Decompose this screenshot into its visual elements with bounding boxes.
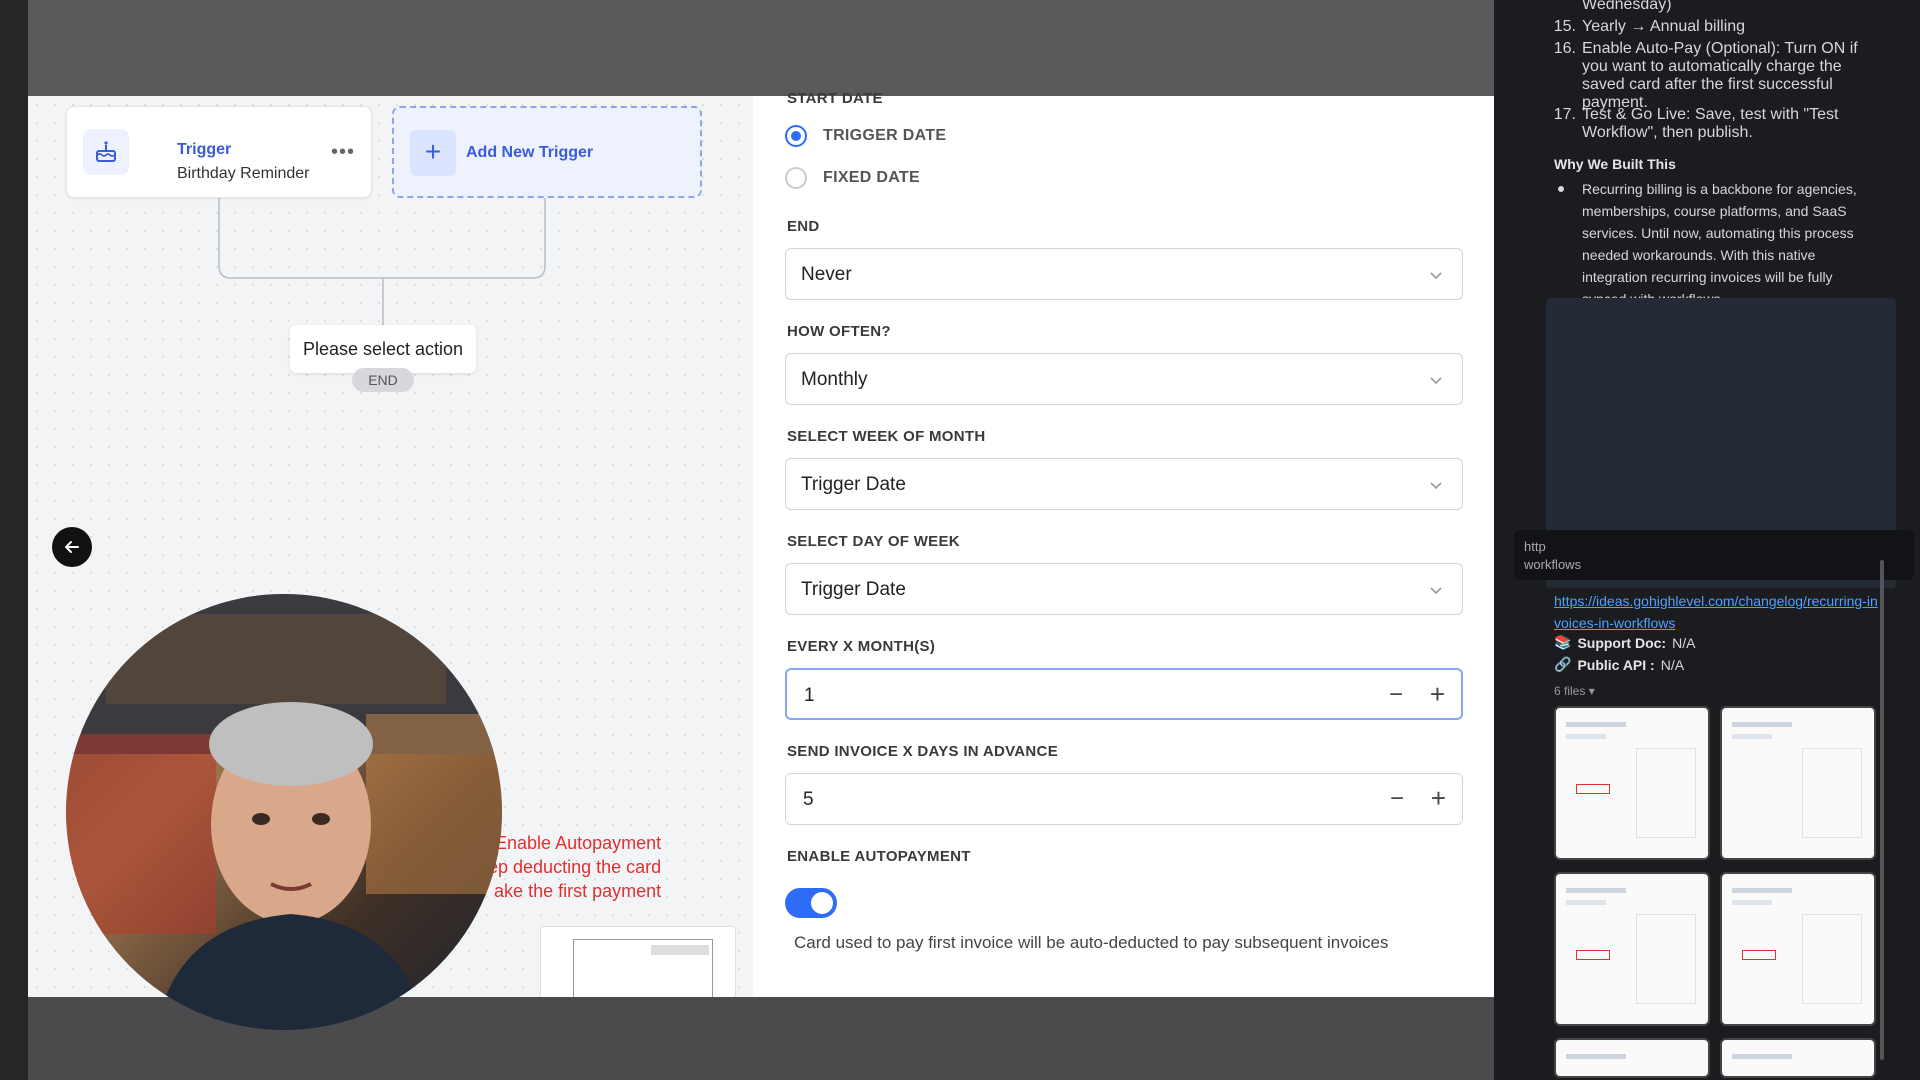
- annotation-line: ake the first payment: [494, 881, 662, 901]
- chevron-down-icon: [1430, 377, 1442, 385]
- recurring-invoice-settings-form: START DATE TRIGGER DATE FIXED DATE END N…: [753, 90, 1494, 997]
- changelog-notes-panel: Wednesday) 15. Yearly → Annual billing 1…: [1494, 0, 1920, 1080]
- file-thumbnail[interactable]: [1554, 872, 1710, 1026]
- decrement-button[interactable]: −: [1389, 682, 1403, 708]
- radio-label: FIXED DATE: [823, 169, 920, 186]
- autopay-label: ENABLE AUTOPAYMENT: [787, 848, 971, 865]
- end-select-value: Never: [801, 264, 852, 285]
- select-action-node[interactable]: Please select action: [290, 325, 476, 373]
- radio-label: TRIGGER DATE: [823, 127, 947, 144]
- panel-scrollbar[interactable]: [1880, 560, 1884, 1060]
- add-new-trigger-label: Add New Trigger: [466, 144, 594, 161]
- link-icon: 🔗: [1554, 656, 1572, 672]
- radio-trigger-date[interactable]: TRIGGER DATE: [785, 124, 946, 148]
- file-thumbnail[interactable]: [1720, 706, 1876, 860]
- day-of-week-label: SELECT DAY OF WEEK: [787, 533, 960, 550]
- send-days-value[interactable]: 5: [803, 789, 814, 811]
- how-often-select[interactable]: Monthly: [785, 353, 1463, 405]
- radio-button-selected[interactable]: [785, 125, 807, 147]
- why-heading: Why We Built This: [1554, 156, 1676, 172]
- week-of-month-select[interactable]: Trigger Date: [785, 458, 1463, 510]
- every-x-months-value[interactable]: 1: [804, 685, 815, 707]
- trigger-card[interactable]: Trigger Birthday Reminder •••: [66, 106, 372, 198]
- files-count: 6 files: [1554, 684, 1586, 698]
- back-arrow-button[interactable]: [52, 527, 92, 567]
- annotation-line: Enable Autopayment: [495, 833, 662, 853]
- list-item-text: Test & Go Live: Save, test with "Test Wo…: [1582, 106, 1839, 141]
- left-edge: [0, 0, 28, 1080]
- presenter-webcam: [66, 594, 502, 1030]
- end-select[interactable]: Never: [785, 248, 1463, 300]
- how-often-label: HOW OFTEN?: [787, 323, 891, 340]
- radio-fixed-date[interactable]: FIXED DATE: [785, 166, 920, 190]
- list-item-number: 15.: [1553, 18, 1576, 35]
- plus-icon: +: [410, 130, 456, 176]
- autopayment-annotation: Enable Autopayment ep deducting the card…: [488, 831, 661, 903]
- public-api-row: 🔗 Public API : N/A: [1554, 656, 1684, 673]
- every-x-months-label: EVERY X MONTH(S): [787, 638, 936, 655]
- decrement-button[interactable]: −: [1390, 786, 1404, 812]
- support-doc-row: 📚 Support Doc: N/A: [1554, 634, 1695, 651]
- trigger-name: Birthday Reminder: [177, 165, 310, 182]
- end-node: END: [352, 368, 414, 392]
- list-item-number: 16.: [1553, 40, 1576, 57]
- birthday-cake-icon: [83, 129, 129, 175]
- books-icon: 📚: [1554, 634, 1572, 650]
- list-item-text: Yearly → Annual billing: [1582, 18, 1746, 35]
- chevron-down-icon: [1430, 587, 1442, 595]
- add-new-trigger-button[interactable]: + Add New Trigger: [392, 106, 702, 198]
- autopay-hint: Card used to pay first invoice will be a…: [794, 933, 1389, 952]
- annotation-line: ep deducting the card: [488, 857, 662, 877]
- list-item-number: 17.: [1553, 106, 1576, 123]
- trigger-title: Trigger: [177, 141, 232, 158]
- increment-button[interactable]: +: [1430, 681, 1445, 707]
- chevron-down-icon: [1430, 482, 1442, 490]
- increment-button[interactable]: +: [1431, 785, 1446, 811]
- public-api-value: N/A: [1660, 656, 1685, 673]
- file-thumbnail[interactable]: [1554, 706, 1710, 860]
- support-doc-label: Support Doc:: [1577, 634, 1667, 651]
- end-label: END: [787, 218, 820, 235]
- chevron-down-icon: [1430, 272, 1442, 280]
- file-thumbnail[interactable]: [1720, 872, 1876, 1026]
- screenshot-preview: [540, 926, 736, 997]
- why-text: Recurring billing is a backbone for agen…: [1582, 181, 1857, 307]
- top-overlay-band: [28, 0, 1494, 96]
- more-options-icon[interactable]: •••: [331, 141, 355, 164]
- send-days-stepper[interactable]: 5 − +: [785, 773, 1463, 825]
- files-toggle[interactable]: 6 files ▾: [1554, 684, 1595, 698]
- start-date-label: START DATE: [787, 90, 883, 107]
- file-thumbnail[interactable]: [1554, 1038, 1710, 1078]
- list-item-text: Enable Auto-Pay (Optional): Turn ON if y…: [1582, 40, 1858, 111]
- week-of-month-value: Trigger Date: [801, 474, 906, 495]
- bullet-icon: [1558, 186, 1564, 192]
- caret-down-icon: ▾: [1588, 684, 1595, 698]
- link-tooltip: http workflows: [1514, 530, 1914, 580]
- how-often-value: Monthly: [801, 369, 868, 390]
- week-of-month-label: SELECT WEEK OF MONTH: [787, 428, 986, 445]
- day-of-week-select[interactable]: Trigger Date: [785, 563, 1463, 615]
- every-x-months-stepper[interactable]: 1 − +: [785, 668, 1463, 720]
- public-api-label: Public API :: [1577, 656, 1655, 673]
- changelog-link[interactable]: https://ideas.gohighlevel.com/changelog/…: [1554, 590, 1884, 634]
- list-item-text: Wednesday): [1582, 0, 1672, 13]
- autopay-toggle[interactable]: [785, 888, 837, 918]
- send-days-label: SEND INVOICE X DAYS IN ADVANCE: [787, 743, 1058, 760]
- day-of-week-value: Trigger Date: [801, 579, 906, 600]
- support-doc-value: N/A: [1672, 634, 1696, 651]
- arrow-left-icon: [65, 541, 79, 553]
- file-thumbnail[interactable]: [1720, 1038, 1876, 1078]
- radio-button[interactable]: [785, 167, 807, 189]
